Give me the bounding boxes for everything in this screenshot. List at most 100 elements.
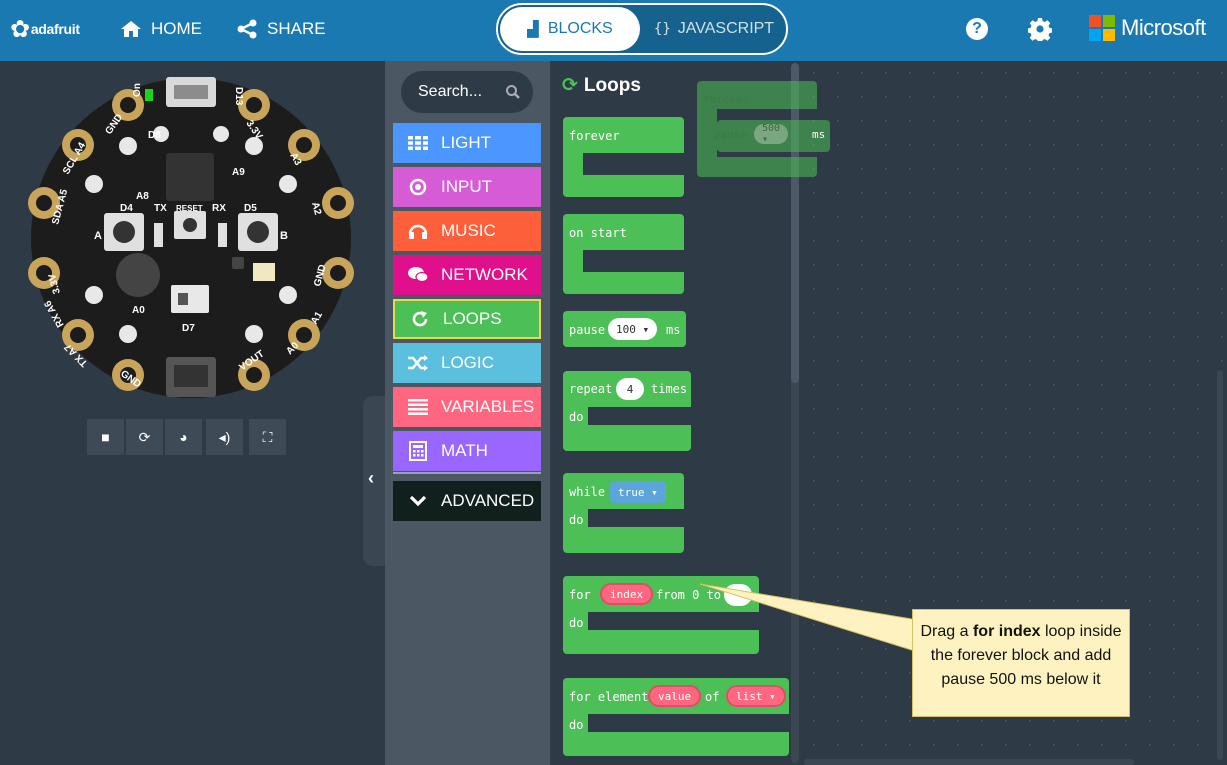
category-logic[interactable]: LOGIC [393, 343, 541, 383]
do-label: do [569, 616, 584, 630]
share-label: SHARE [267, 19, 326, 38]
restart-icon: ⟳ [138, 428, 151, 445]
pin-label-d13: D13 [233, 87, 244, 106]
advanced-button[interactable]: ADVANCED [393, 481, 541, 521]
category-label: INPUT [441, 177, 492, 196]
home-button[interactable]: HOME [120, 0, 202, 58]
javascript-tab[interactable]: {} JAVASCRIPT [642, 7, 786, 51]
category-variables[interactable]: VARIABLES [393, 387, 541, 427]
microsoft-squares-icon [1089, 15, 1115, 41]
brand-text: adafruit [30, 21, 80, 37]
pin-label-d8: D8 [148, 130, 161, 141]
chat-icon [407, 266, 429, 284]
simulator-panel: On D13 D8 A9 A8 D4 TX RESET RX D5 A0 D7 … [0, 61, 385, 765]
pin-label-rx: RX [212, 203, 226, 214]
mute-button[interactable]: ◂) [206, 419, 243, 455]
stop-icon: ■ [101, 429, 110, 445]
category-label: NETWORK [441, 265, 528, 284]
category-music[interactable]: MUSIC [393, 211, 541, 251]
blocks-label: BLOCKS [547, 20, 613, 37]
flyout-title: ⟳ Loops [562, 74, 641, 97]
repeat-times-label: times [651, 382, 688, 396]
list-variable-dropdown[interactable]: list ▾ [726, 685, 786, 707]
search-input[interactable]: Search... [401, 71, 533, 113]
pause-value-dropdown[interactable]: 100 ▾ [608, 318, 658, 340]
category-loops[interactable]: LOOPS [393, 299, 541, 339]
category-light[interactable]: LIGHT [393, 123, 541, 163]
gear-icon[interactable] [1028, 17, 1052, 41]
circle-dot-icon [407, 178, 429, 196]
fullscreen-icon: ⛶ [262, 428, 273, 445]
share-icon [237, 19, 257, 39]
grid-icon [407, 136, 429, 150]
restart-button[interactable]: ⟳ [126, 419, 163, 455]
flyout-title-text: Loops [583, 74, 641, 96]
top-menu-bar: ✿ adafruit HOME SHARE ▟ BLOCKS {} JAVASC… [0, 0, 1227, 61]
calculator-icon [407, 441, 429, 461]
pin-label-d7: D7 [182, 323, 195, 334]
home-label: HOME [151, 19, 202, 38]
repeat-label: repeat [569, 382, 613, 396]
category-label: MATH [441, 441, 488, 460]
puzzle-icon: ▟ [527, 21, 539, 38]
pin-label-d4: D4 [120, 203, 133, 214]
do-label: do [569, 513, 584, 527]
category-label: VARIABLES [441, 397, 535, 416]
headphones-icon [407, 222, 429, 240]
pause-unit-label: ms [666, 323, 681, 337]
advanced-label: ADVANCED [441, 491, 535, 510]
stop-button[interactable]: ■ [87, 419, 124, 455]
share-button[interactable]: SHARE [236, 0, 326, 58]
search-placeholder: Search... [418, 83, 483, 100]
collapse-simulator-button[interactable]: ‹ [363, 396, 385, 566]
volume-icon: ◂) [218, 428, 231, 445]
blocks-tab[interactable]: ▟ BLOCKS [500, 7, 640, 51]
category-math[interactable]: MATH [393, 431, 541, 471]
braces-icon: {} [653, 21, 671, 37]
for-label: for [569, 588, 591, 602]
workspace-forever-label: forever [703, 93, 750, 106]
category-label: LIGHT [441, 133, 492, 152]
search-icon [506, 85, 520, 99]
microsoft-logo[interactable]: Microsoft [1089, 15, 1206, 41]
tutorial-hint-callout: Drag a for index loop inside the forever… [912, 609, 1130, 717]
pause-label: pause [569, 323, 606, 337]
slow-motion-button[interactable]: ◕ [165, 419, 202, 455]
hint-text-bold: for index [972, 623, 1041, 640]
category-input[interactable]: INPUT [393, 167, 541, 207]
workspace-pause-value[interactable]: 500 ▾ [754, 123, 789, 145]
help-icon[interactable]: ? [966, 18, 988, 40]
workspace-pause-label: pause [714, 128, 748, 141]
on-start-label: on start [569, 226, 627, 240]
simulator-controls: ■ ⟳ ◕ ◂) ⛶ [87, 419, 288, 455]
category-label: LOGIC [441, 353, 494, 372]
adafruit-logo[interactable]: ✿ adafruit [10, 0, 80, 58]
do-label: do [569, 718, 584, 732]
pin-label-tx: TX [154, 203, 167, 214]
workspace-horizontal-scrollbar[interactable] [804, 759, 1134, 765]
pin-label-reset: RESET [176, 204, 203, 213]
pin-label-a8: A8 [136, 191, 149, 202]
do-label: do [569, 410, 584, 424]
repeat-count-input[interactable]: 4 [616, 378, 644, 400]
fullscreen-button[interactable]: ⛶ [249, 419, 286, 455]
workspace-vertical-scrollbar[interactable] [1217, 370, 1223, 760]
for-upper-bound-input[interactable] [724, 584, 752, 606]
button-b-label: B [280, 230, 288, 242]
microsoft-text: Microsoft [1121, 15, 1206, 40]
pin-label-on: On [132, 83, 143, 97]
while-condition-dropdown[interactable]: true ▾ [610, 481, 666, 503]
circuit-playground-board[interactable]: On D13 D8 A9 A8 D4 TX RESET RX D5 A0 D7 … [28, 75, 354, 405]
index-variable[interactable]: index [600, 583, 654, 605]
forever-label: forever [569, 129, 620, 143]
while-label: while [569, 485, 606, 499]
shuffle-icon [407, 355, 429, 371]
refresh-icon: ⟳ [562, 75, 578, 96]
pin-label-a0: A0 [132, 305, 145, 316]
category-network[interactable]: NETWORK [393, 255, 541, 295]
value-variable[interactable]: value [648, 685, 702, 707]
hint-text-start: Drag a [920, 623, 973, 640]
flyout-scrollbar-thumb[interactable] [791, 63, 799, 383]
adafruit-flower-icon: ✿ [10, 15, 30, 43]
category-label: LOOPS [443, 309, 502, 328]
